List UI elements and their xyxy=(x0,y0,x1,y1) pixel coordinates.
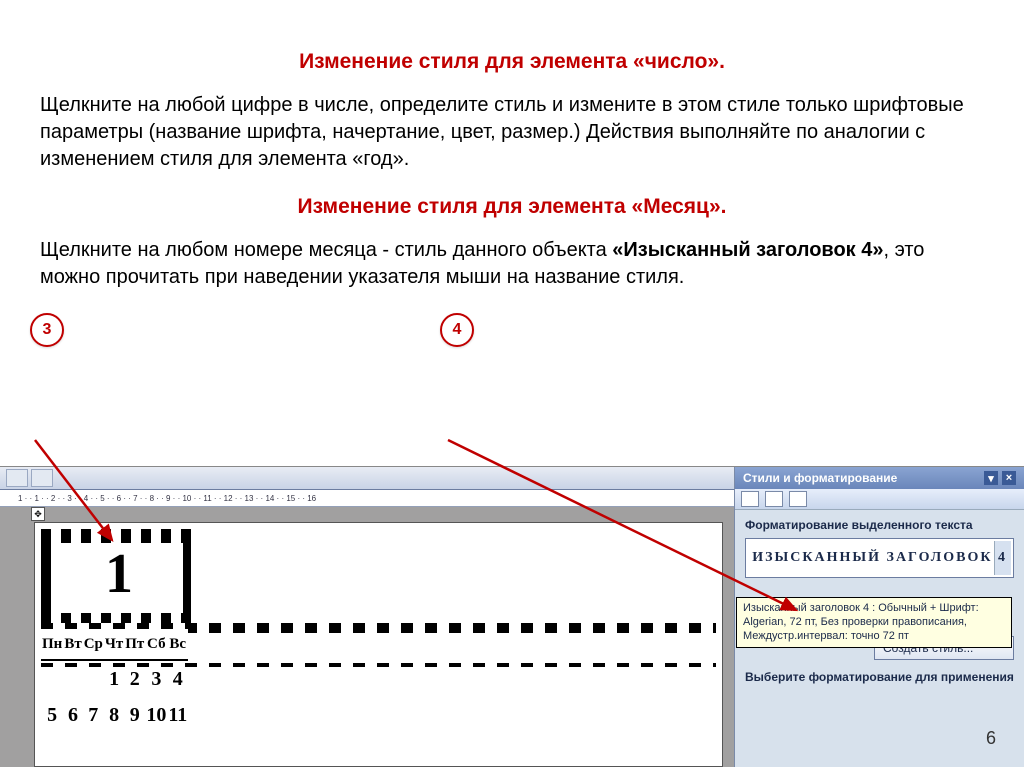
close-icon[interactable]: × xyxy=(1002,471,1016,485)
day-cell[interactable]: 8 xyxy=(104,697,124,733)
styles-formatting-pane: Стили и форматирование ▾ × Форматировани… xyxy=(734,467,1024,767)
day-cell[interactable] xyxy=(41,660,63,697)
screenshot-region: 1 · · 1 · · 2 · · 3 · · 4 · · 5 · · 6 · … xyxy=(0,466,1024,767)
paragraph-month-style: Щелкните на любом номере месяца - стиль … xyxy=(40,237,984,291)
style-preview-text: ИЗЫСКАННЫЙ ЗАГОЛОВОК 4 xyxy=(752,550,1007,566)
day-header: Чт xyxy=(104,629,124,660)
day-cell[interactable]: 9 xyxy=(124,697,145,733)
calendar-table: Пн Вт Ср Чт Пт Сб Вс 1 2 xyxy=(41,629,188,733)
document-canvas[interactable]: ✥ 1 Пн Вт Ср Чт Пт Сб Вс xyxy=(34,522,723,767)
heading-number-style: Изменение стиля для элемента «число». xyxy=(40,50,984,74)
editor-toolbar xyxy=(0,467,735,490)
day-header: Вт xyxy=(63,629,82,660)
day-header: Ср xyxy=(83,629,104,660)
day-cell[interactable]: 2 xyxy=(124,660,145,697)
paragraph-number-style: Щелкните на любой цифре в числе, определ… xyxy=(40,92,984,173)
pane-title-text: Стили и форматирование xyxy=(743,471,897,485)
day-header: Пт xyxy=(124,629,145,660)
ruler-marks: 1 · · 1 · · 2 · · 3 · · 4 · · 5 · · 6 · … xyxy=(18,494,316,503)
day-cell[interactable]: 7 xyxy=(83,697,104,733)
current-style-preview[interactable]: ИЗЫСКАННЫЙ ЗАГОЛОВОК 4 xyxy=(745,538,1014,578)
day-cell[interactable]: 4 xyxy=(167,660,188,697)
month-number[interactable]: 1 xyxy=(105,542,133,606)
day-cell[interactable]: 1 xyxy=(104,660,124,697)
pane-titlebar: Стили и форматирование ▾ × xyxy=(735,467,1024,489)
callout-4: 4 xyxy=(440,313,474,347)
day-header: Сб xyxy=(145,629,167,660)
document-editor-region: 1 · · 1 · · 2 · · 3 · · 4 · · 5 · · 6 · … xyxy=(0,467,735,767)
month-number-box[interactable]: 1 xyxy=(41,529,197,627)
back-icon[interactable] xyxy=(741,491,759,507)
forward-icon[interactable] xyxy=(765,491,783,507)
style-tooltip: Изысканный заголовок 4 : Обычный + Шрифт… xyxy=(736,597,1012,648)
toolbar-button[interactable] xyxy=(31,469,53,487)
heading-month-style: Изменение стиля для элемента «Месяц». xyxy=(40,195,984,219)
table-row: 5 6 7 8 9 10 11 xyxy=(41,697,188,733)
day-cell[interactable] xyxy=(63,660,82,697)
page-number: 6 xyxy=(986,728,996,749)
day-header: Вс xyxy=(167,629,188,660)
day-cell[interactable] xyxy=(83,660,104,697)
move-handle-icon[interactable]: ✥ xyxy=(31,507,45,521)
para2-style-name: «Изысканный заголовок 4» xyxy=(612,239,883,261)
day-cell[interactable]: 5 xyxy=(41,697,63,733)
pane-section-label: Форматирование выделенного текста xyxy=(745,518,1014,532)
day-cell[interactable]: 10 xyxy=(145,697,167,733)
day-cell[interactable]: 11 xyxy=(167,697,188,733)
pane-icon-row xyxy=(735,489,1024,510)
day-cell[interactable]: 6 xyxy=(63,697,82,733)
day-cell[interactable]: 3 xyxy=(145,660,167,697)
apply-formatting-label: Выберите форматирование для применения xyxy=(745,670,1014,684)
table-row: 1 2 3 4 xyxy=(41,660,188,697)
toolbar-button[interactable] xyxy=(6,469,28,487)
home-icon[interactable] xyxy=(789,491,807,507)
callout-3: 3 xyxy=(30,313,64,347)
horizontal-ruler: 1 · · 1 · · 2 · · 3 · · 4 · · 5 · · 6 · … xyxy=(0,490,735,507)
day-header: Пн xyxy=(41,629,63,660)
para2-part-a: Щелкните на любом номере месяца - стиль … xyxy=(40,239,612,261)
dropdown-icon[interactable]: ▾ xyxy=(984,471,998,485)
